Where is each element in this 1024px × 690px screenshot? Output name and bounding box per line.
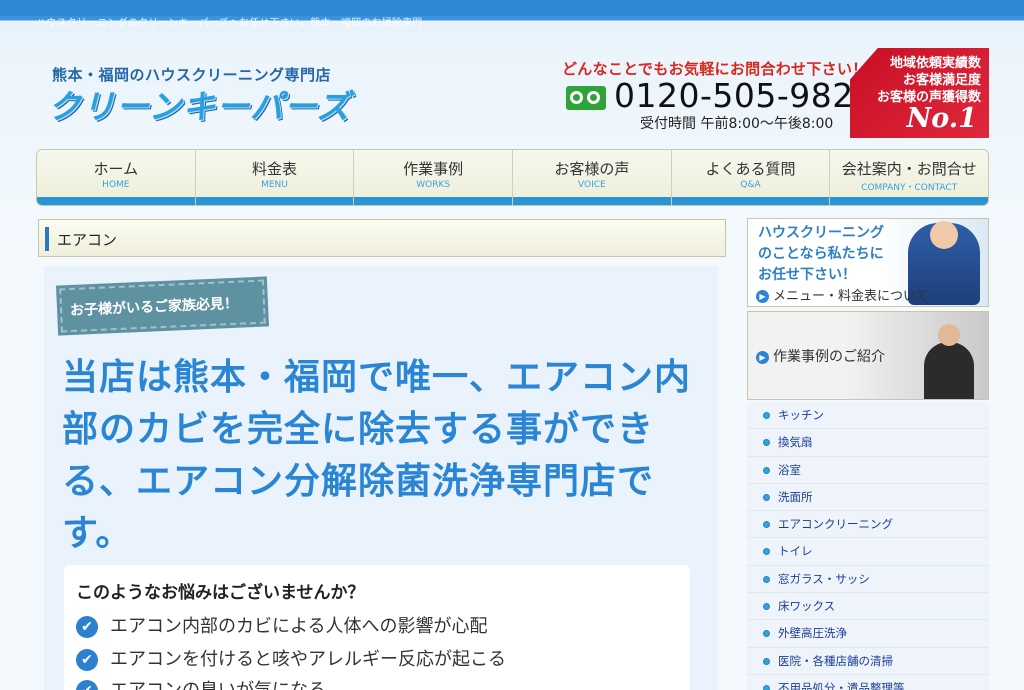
nav-sublabel: WORKS	[416, 180, 451, 190]
site-logo[interactable]: クリーンキーパーズ	[48, 80, 350, 128]
banner-text: ハウスクリーニング のことなら私たちに お任せ下さい！	[758, 223, 884, 286]
section-title-text: エアコン	[57, 231, 118, 249]
banner-link: ▶ メニュー・料金表について	[756, 285, 929, 304]
service-menu-label: 不用品処分・遺品整理等	[778, 680, 905, 690]
nav-sublabel: VOICE	[577, 180, 606, 190]
bullet-icon	[763, 575, 770, 583]
nav-sublabel: COMPANY・CONTACT	[861, 183, 958, 193]
nav-label: お客様の声	[554, 160, 630, 178]
worry-item: ✔ エアコンの臭いが気になる	[76, 676, 326, 690]
bullet-icon	[763, 521, 770, 529]
service-menu-item[interactable]: キッチン	[747, 402, 989, 430]
menu-price-banner[interactable]: ハウスクリーニング のことなら私たちに お任せ下さい！ ▶ メニュー・料金表につい…	[747, 218, 989, 307]
nav-label: 会社案内・お問合せ	[841, 160, 977, 178]
service-menu-item[interactable]: 洗面所	[747, 483, 989, 512]
nav-qa[interactable]: よくある質問 Q&A	[671, 150, 831, 205]
family-ribbon: お子様がいるご家族必見！	[59, 279, 266, 333]
bullet-icon	[763, 548, 770, 556]
service-menu-label: エアコンクリーニング	[778, 517, 893, 532]
service-menu-item[interactable]: エアコンクリーニング	[747, 511, 989, 539]
nav-sublabel: Q&A	[740, 180, 761, 190]
check-icon: ✔	[76, 649, 98, 671]
banner-text-line: ハウスクリーニング	[758, 225, 884, 241]
nav-company-contact[interactable]: 会社案内・お問合せ COMPANY・CONTACT	[830, 150, 988, 205]
bullet-icon	[763, 657, 770, 665]
service-menu-item[interactable]: 換気扇	[747, 429, 989, 457]
banner-text-line: のことなら私たちに	[758, 246, 884, 262]
phone-number[interactable]: 0120-505-982	[614, 76, 854, 115]
service-menu-item[interactable]: トイレ	[747, 538, 989, 566]
service-menu-label: 床ワックス	[778, 599, 836, 614]
worry-text: エアコン内部のカビによる人体への影響が心配	[110, 616, 488, 637]
headline: 当店は熊本・福岡で唯一、エアコン内部のカビを完全に除去する事ができる、エアコン分…	[62, 357, 692, 554]
banner-link: ▶ 作業事例のご紹介	[756, 346, 885, 366]
arrow-right-icon: ▶	[756, 350, 769, 364]
check-icon: ✔	[76, 680, 98, 690]
service-menu-label: 換気扇	[778, 435, 813, 450]
worry-item: ✔ エアコン内部のカビによる人体への影響が心配	[76, 612, 487, 638]
award-rank: No.1	[906, 103, 977, 134]
nav-label: 作業事例	[403, 160, 464, 178]
main-nav: ホーム HOME 料金表 MENU 作業事例 WORKS お客様の声 VOICE…	[36, 149, 989, 206]
bullet-icon	[763, 439, 770, 447]
service-menu-label: トイレ	[778, 544, 813, 559]
service-menu-label: 洗面所	[778, 489, 813, 504]
service-menu-item[interactable]: 床ワックス	[747, 593, 989, 621]
nav-home[interactable]: ホーム HOME	[37, 150, 196, 205]
works-banner[interactable]: ▶ 作業事例のご紹介	[747, 311, 989, 400]
site-tagline: ハウスクリーニングのクリーンキーパーズへお任せ下さい。熊本・福岡のお掃除専門	[36, 18, 423, 29]
banner-link-text: 作業事例のご紹介	[773, 349, 885, 365]
business-hours: 受付時間 午前8:00～午後8:00	[640, 116, 834, 132]
service-menu-item[interactable]: 医院・各種店舗の清掃	[747, 647, 989, 675]
worker-photo	[924, 324, 974, 399]
worry-item: ✔ エアコンを付けると咳やアレルギー反応が起こる	[76, 645, 506, 671]
bullet-icon	[763, 412, 770, 419]
award-badge: 地域依頼実績数 お客様満足度 お客様の声獲得数 No.1	[850, 48, 989, 138]
worry-title: このようなお悩みはございませんか？	[76, 583, 365, 603]
service-menu-label: 外壁高圧洗浄	[778, 626, 847, 641]
nav-label: 料金表	[252, 160, 298, 178]
service-menu-label: キッチン	[778, 408, 824, 422]
service-menu: キッチン 換気扇 浴室 洗面所 エアコンクリーニング トイレ 窓ガラス・サッシ …	[747, 402, 989, 690]
service-menu-item[interactable]: 窓ガラス・サッシ	[747, 565, 989, 594]
bullet-icon	[763, 684, 770, 690]
nav-label: よくある質問	[705, 160, 796, 178]
freedial-icon	[566, 86, 606, 110]
banner-text-line: お任せ下さい！	[758, 267, 856, 283]
service-menu-label: 窓ガラス・サッシ	[778, 571, 870, 586]
bullet-icon	[763, 603, 770, 611]
bullet-icon	[763, 630, 770, 638]
nav-voice[interactable]: お客様の声 VOICE	[513, 150, 672, 205]
nav-label: ホーム	[93, 160, 139, 178]
service-menu-label: 医院・各種店舗の清掃	[778, 653, 893, 668]
nav-sublabel: MENU	[261, 180, 288, 190]
banner-link-text: メニュー・料金表について	[773, 289, 929, 304]
nav-works[interactable]: 作業事例 WORKS	[354, 150, 514, 205]
ribbon-text: お子様がいるご家族必見！	[69, 295, 239, 320]
bullet-icon	[763, 466, 770, 474]
service-menu-label: 浴室	[778, 462, 801, 477]
nav-sublabel: HOME	[102, 180, 130, 190]
service-menu-item[interactable]: 不用品処分・遺品整理等	[747, 674, 989, 690]
nav-menu[interactable]: 料金表 MENU	[195, 150, 355, 205]
check-icon: ✔	[76, 616, 98, 638]
worry-text: エアコンを付けると咳やアレルギー反応が起こる	[110, 649, 506, 670]
section-title: エアコン	[38, 219, 726, 257]
worry-text: エアコンの臭いが気になる	[110, 680, 326, 690]
service-menu-item[interactable]: 外壁高圧洗浄	[747, 620, 989, 648]
arrow-right-icon: ▶	[756, 290, 769, 303]
bullet-icon	[763, 493, 770, 501]
service-menu-item[interactable]: 浴室	[747, 456, 989, 484]
